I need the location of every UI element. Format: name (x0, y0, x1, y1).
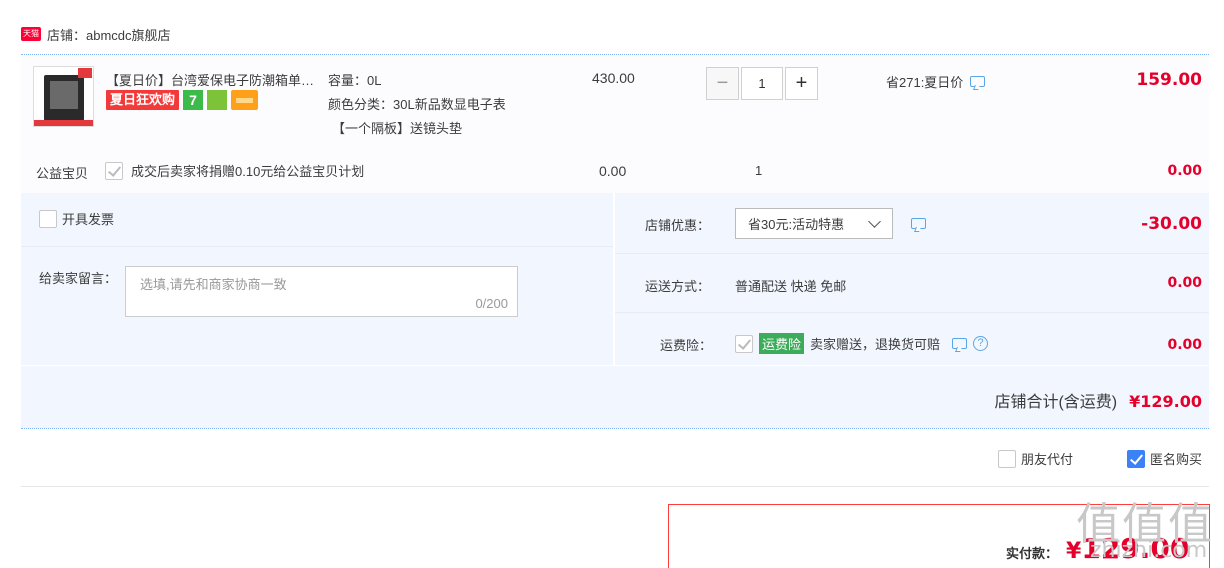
shipping-value: 普通配送 快递 免邮 (735, 279, 847, 294)
credit-card-icon (231, 90, 259, 110)
anonymous-option[interactable]: 匿名购买 (1127, 449, 1202, 468)
shipping-label: 运送方式： (645, 279, 711, 294)
charity-quantity: 1 (755, 163, 763, 178)
quantity-stepper: − 1 + (706, 67, 818, 100)
divider (21, 428, 1209, 429)
spec-gift: 【一个隔板】送镜头垫 (332, 121, 463, 136)
invoice-label: 开具发票 (62, 212, 115, 227)
shop-total-label: 店铺合计(含运费) (994, 394, 1118, 411)
shop-name[interactable]: 店铺：abmcdc旗舰店 (47, 25, 171, 44)
message-icon[interactable] (911, 218, 926, 229)
charity-text: 成交后卖家将捐赠0.10元给公益宝贝计划 (131, 164, 365, 179)
charity-option: 成交后卖家将捐赠0.10元给公益宝贝计划 (105, 161, 364, 180)
divider (615, 312, 1209, 313)
watermark-site: zhizhi.com (1090, 538, 1208, 563)
shipping-amount: 0.00 (1167, 275, 1202, 291)
product-thumbnail[interactable] (33, 66, 94, 127)
insurance-text: 卖家赠送，退换货可赔 (810, 337, 941, 352)
item-discount: 省271:夏日价 (886, 72, 986, 91)
friend-pay-label: 朋友代付 (1021, 452, 1074, 467)
message-label: 给卖家留言： (39, 271, 118, 286)
summer-sale-tag: 夏日狂欢购 (106, 90, 180, 110)
divider (615, 253, 1209, 254)
qty-minus-button[interactable]: − (706, 67, 739, 100)
chevron-down-icon (868, 215, 881, 228)
message-icon[interactable] (970, 76, 986, 87)
product-title[interactable]: 【夏日价】台湾爱保电子防潮箱单反相机干燥箱 (106, 70, 324, 89)
shop-discount-selected: 省30元:活动特惠 (748, 217, 845, 232)
unit-price: 430.00 (592, 70, 635, 86)
qty-plus-button[interactable]: + (785, 67, 818, 100)
quantity-input[interactable]: 1 (741, 67, 783, 100)
shop-discount-label: 店铺优惠： (645, 218, 711, 233)
divider (21, 486, 1209, 487)
invoice-checkbox[interactable] (39, 209, 57, 228)
tmall-icon: 天猫 (21, 27, 41, 41)
insurance-checkbox (735, 334, 753, 353)
anonymous-label: 匿名购买 (1150, 452, 1203, 467)
shop-header: 天猫 店铺：abmcdc旗舰店 (21, 22, 171, 46)
charity-amount: 0.00 (1167, 163, 1202, 179)
invoice-option[interactable]: 开具发票 (39, 209, 114, 228)
insurance-label: 运费险： (660, 338, 713, 353)
charity-label: 公益宝贝 (36, 166, 89, 181)
guarantee-icon (207, 90, 228, 110)
friend-pay-option[interactable]: 朋友代付 (998, 449, 1073, 468)
promo-tags: 夏日狂欢购 7 (106, 90, 259, 110)
discount-text: 省271:夏日价 (886, 75, 964, 90)
help-icon[interactable]: ? (973, 336, 989, 351)
insurance-amount: 0.00 (1167, 337, 1202, 353)
message-icon[interactable] (952, 338, 968, 349)
insurance-option: 运费险 卖家赠送，退换货可赔 ? (735, 333, 989, 354)
seller-message-input[interactable]: 选填,请先和商家协商一致 0/200 (125, 266, 518, 317)
spec-color: 颜色分类：30L新品数显电子表 (328, 97, 506, 112)
item-subtotal: 159.00 (1136, 70, 1202, 90)
message-counter: 0/200 (475, 296, 508, 311)
charity-checkbox (105, 161, 123, 180)
shop-total: 店铺合计(含运费) ¥129.00 (994, 388, 1202, 412)
shop-total-amount: ¥129.00 (1129, 392, 1202, 411)
friend-pay-checkbox[interactable] (998, 449, 1016, 468)
message-placeholder: 选填,请先和商家协商一致 (140, 277, 287, 292)
shop-discount-select[interactable]: 省30元:活动特惠 (735, 208, 893, 239)
anonymous-checkbox[interactable] (1127, 449, 1145, 468)
payment-label: 实付款： (1006, 546, 1059, 561)
spec-capacity: 容量：0L (328, 73, 382, 88)
insurance-tag: 运费险 (759, 333, 805, 354)
seven-day-return-icon: 7 (183, 90, 204, 110)
charity-price: 0.00 (599, 163, 627, 179)
shop-discount-amount: -30.00 (1141, 214, 1202, 234)
divider (21, 246, 613, 247)
